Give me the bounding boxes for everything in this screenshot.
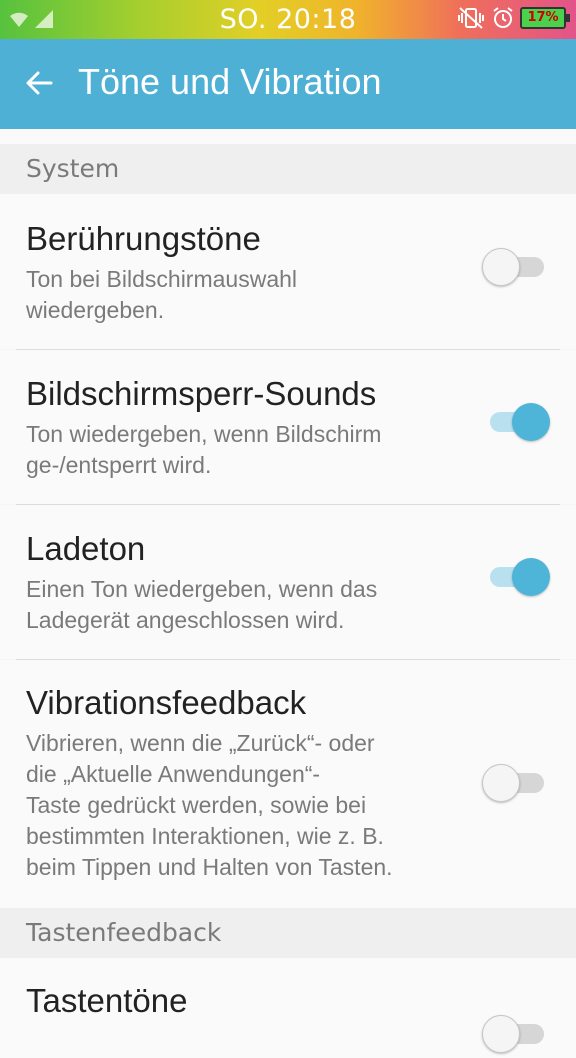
setting-title: Vibrationsfeedback xyxy=(26,684,307,721)
status-right-icons: 17% xyxy=(456,6,570,30)
setting-subtitle-line: Einen Ton wiedergeben, wenn das xyxy=(26,576,378,602)
section-header-system: System xyxy=(0,144,576,194)
setting-subtitle-line: bestimmten Interaktionen, wie z. B. xyxy=(26,823,384,849)
battery-icon: 17% xyxy=(520,7,570,29)
back-arrow-icon[interactable] xyxy=(24,65,54,101)
settings-list: System Berührungstöne Ton bei Bildschirm… xyxy=(0,129,576,1058)
setting-subtitle-line: Taste gedrückt werden, sowie bei xyxy=(26,792,367,818)
setting-subtitle-line: Ton bei Bildschirmauswahl xyxy=(26,266,298,292)
setting-beruehrungstoene[interactable]: Berührungstöne Ton bei Bildschirmauswahl… xyxy=(0,194,576,349)
setting-tastentoene[interactable]: Tastentöne xyxy=(0,958,576,1058)
toggle-thumb xyxy=(482,248,520,286)
alarm-icon xyxy=(493,7,513,28)
toggle-thumb xyxy=(512,403,550,441)
section-header-tastenfeedback: Tastenfeedback xyxy=(0,908,576,958)
setting-subtitle-line: die „Aktuelle Anwendungen“- xyxy=(26,761,321,787)
status-bar: SO. 20:18 17% xyxy=(0,0,576,39)
setting-subtitle-line: ge-/entsperrt wird. xyxy=(26,452,212,478)
page-title: Töne und Vibration xyxy=(78,61,382,102)
toggle-tastentoene[interactable] xyxy=(482,1014,548,1054)
setting-bildschirmsperr-sounds[interactable]: Bildschirmsperr-Sounds Ton wiedergeben, … xyxy=(0,350,576,504)
app-bar: Töne und Vibration xyxy=(0,39,576,129)
setting-subtitle-line: Ladegerät angeschlossen wird. xyxy=(26,607,345,633)
setting-subtitle-line: Vibrieren, wenn die „Zurück“- oder xyxy=(26,730,375,756)
setting-title: Bildschirmsperr-Sounds xyxy=(26,375,377,412)
setting-subtitle-line: wiedergeben. xyxy=(26,297,165,323)
toggle-vibrationsfeedback[interactable] xyxy=(482,763,548,803)
battery-level: 17% xyxy=(527,10,559,25)
toggle-thumb xyxy=(512,558,550,596)
setting-title: Berührungstöne xyxy=(26,220,261,257)
setting-title: Ladeton xyxy=(26,530,146,567)
setting-vibrationsfeedback[interactable]: Vibrationsfeedback Vibrieren, wenn die „… xyxy=(0,660,576,908)
toggle-bildschirmsperr-sounds[interactable] xyxy=(486,402,550,442)
setting-title: Tastentöne xyxy=(26,982,188,1019)
toggle-beruehrungstoene[interactable] xyxy=(482,247,548,287)
setting-subtitle-line: Ton wiedergeben, wenn Bildschirm xyxy=(26,421,382,447)
toggle-thumb xyxy=(482,1015,520,1053)
setting-ladeton[interactable]: Ladeton Einen Ton wiedergeben, wenn das … xyxy=(0,505,576,659)
setting-subtitle-line: beim Tippen und Halten von Tasten. xyxy=(26,854,393,880)
toggle-ladeton[interactable] xyxy=(486,557,550,597)
toggle-thumb xyxy=(482,764,520,802)
top-spacer xyxy=(0,129,576,144)
mute-vibrate-icon xyxy=(458,7,484,29)
